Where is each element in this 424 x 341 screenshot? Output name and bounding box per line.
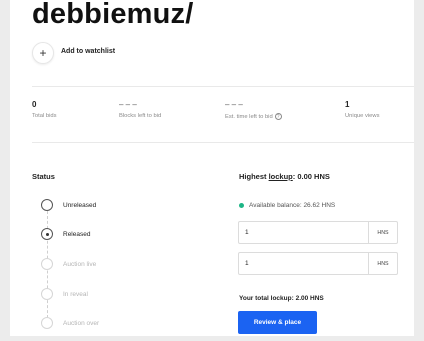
lockup-amount-input[interactable] xyxy=(239,253,368,274)
step-unreleased-label: Unreleased xyxy=(63,202,97,209)
stat-unique-views-label: Unique views xyxy=(345,113,380,119)
bid-amount-input[interactable] xyxy=(239,222,368,243)
total-lockup-text: Your total lockup: 2.00 HNS xyxy=(239,295,324,302)
status-dot-icon xyxy=(239,203,244,208)
plus-icon: + xyxy=(39,46,47,60)
highest-lockup-heading: Highest lockup: 0.00 HNS xyxy=(239,172,330,181)
step-auction-over-icon xyxy=(41,317,53,329)
step-auction-live-icon xyxy=(41,258,53,270)
lockup-amount-field[interactable]: HNS xyxy=(238,252,398,275)
stat-blocks-left-label: Blocks left to bid xyxy=(119,113,162,119)
step-unreleased-icon xyxy=(41,199,53,211)
stat-total-bids-label: Total bids xyxy=(32,113,57,119)
domain-name-title: debbiemuz/ xyxy=(32,0,194,30)
step-in-reveal-icon xyxy=(41,288,53,300)
step-in-reveal-label: In reveal xyxy=(63,291,88,298)
bid-amount-unit: HNS xyxy=(368,222,397,243)
stat-unique-views-value: 1 xyxy=(345,100,350,109)
available-balance: Available balance: 26.62 HNS xyxy=(239,202,335,209)
help-icon[interactable]: ? xyxy=(274,113,282,120)
stat-time-left-value: – – – xyxy=(225,100,243,109)
add-to-watchlist-button[interactable]: + xyxy=(32,42,54,64)
step-released-icon xyxy=(41,228,53,240)
stat-total-bids-value: 0 xyxy=(32,100,37,109)
auction-panel: debbiemuz/ + Add to watchlist 0 Total bi… xyxy=(10,0,414,336)
lockup-link[interactable]: lockup xyxy=(269,172,293,181)
lockup-amount-unit: HNS xyxy=(368,253,397,274)
step-auction-live-label: Auction live xyxy=(63,261,97,268)
step-released-label: Released xyxy=(63,231,91,238)
divider xyxy=(32,142,414,143)
status-heading: Status xyxy=(32,172,55,181)
review-and-place-button[interactable]: Review & place xyxy=(238,311,317,334)
divider xyxy=(32,86,414,87)
step-auction-over-label: Auction over xyxy=(63,320,100,327)
bid-amount-field[interactable]: HNS xyxy=(238,221,398,244)
stat-blocks-left-value: – – – xyxy=(119,100,137,109)
available-balance-text: Available balance: 26.62 HNS xyxy=(249,202,336,209)
add-to-watchlist-label[interactable]: Add to watchlist xyxy=(61,48,115,55)
stat-time-left-label: Est. time left to bid ? xyxy=(225,113,282,120)
